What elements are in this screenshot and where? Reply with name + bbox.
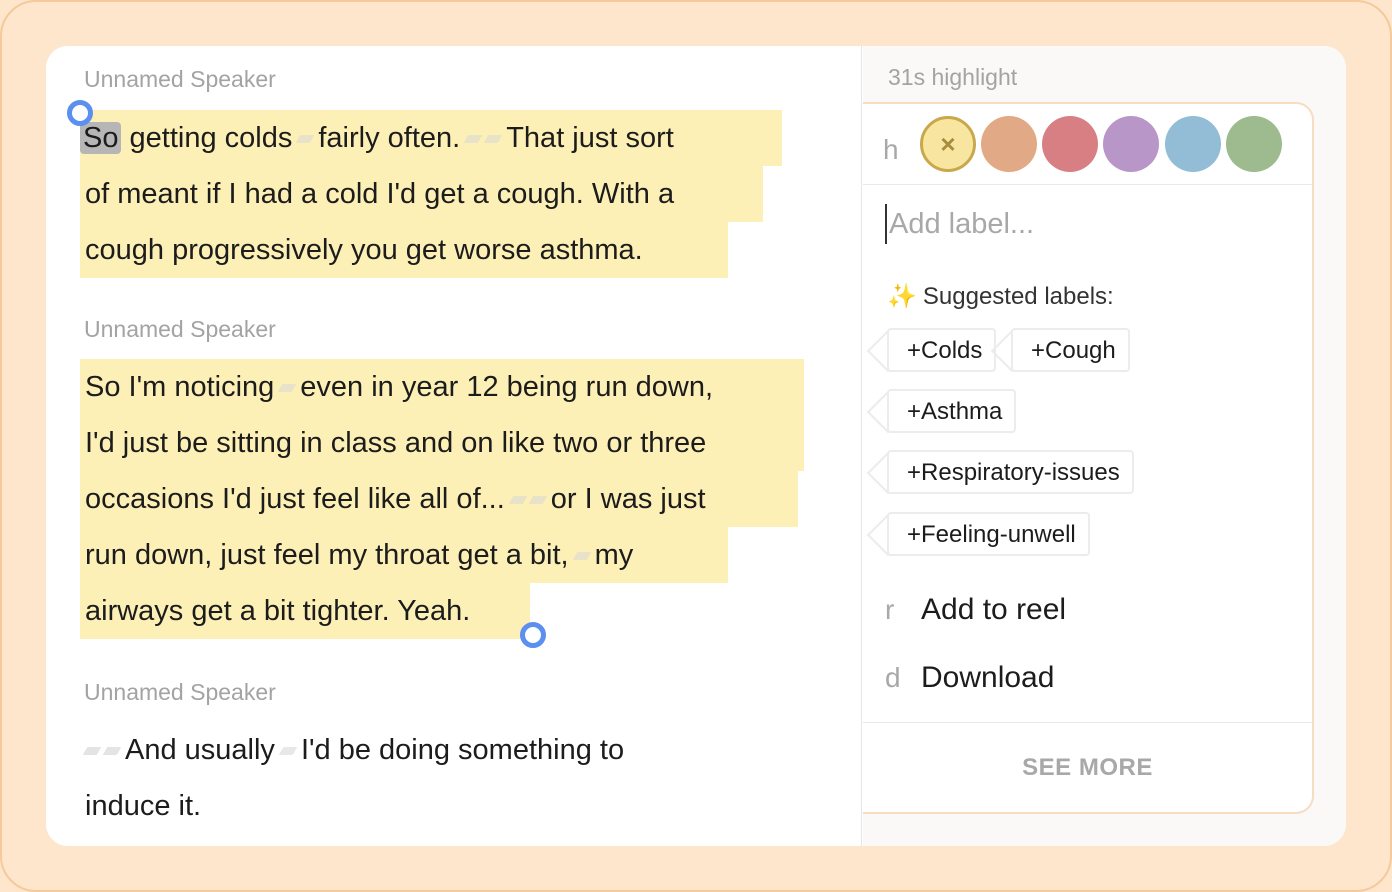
highlight-options-popup: h × ✨Suggested labels: +Colds +Cough +As… [863, 102, 1314, 814]
transcript-line[interactable]: And usually I'd be doing something to [80, 722, 624, 778]
pause-marker [82, 747, 122, 756]
speaker-name: Unnamed Speaker [84, 679, 276, 705]
pause-marker [463, 135, 503, 144]
suggested-label-colds[interactable]: +Colds [887, 328, 997, 372]
pause-marker [296, 135, 315, 144]
color-swatch-blue[interactable] [1165, 116, 1221, 172]
add-label-input[interactable] [885, 204, 1285, 244]
selected-word[interactable]: So [80, 122, 122, 154]
pause-marker [508, 496, 548, 505]
transcript-line[interactable]: cough progressively you get worse asthma… [80, 222, 728, 278]
divider [863, 722, 1312, 723]
speaker-name: Unnamed Speaker [84, 66, 276, 92]
highlight-panel: 31s highlight h × ✨Suggested labels: +Co… [863, 46, 1346, 846]
transcript-line[interactable]: occasions I'd just feel like all of... or… [80, 471, 798, 527]
suggested-label-respiratory-issues[interactable]: +Respiratory-issues [887, 450, 1134, 494]
suggested-label-asthma[interactable]: +Asthma [887, 389, 1017, 433]
transcript-line[interactable]: induce it. [80, 778, 201, 834]
pause-marker [278, 747, 298, 756]
sparkles-icon: ✨ [887, 283, 917, 310]
color-swatch-purple[interactable] [1103, 116, 1159, 172]
color-swatch-yellow[interactable]: × [920, 116, 976, 172]
pause-marker [572, 552, 591, 561]
shortcut-key: r [885, 594, 895, 625]
color-shortcut-key: h [883, 134, 899, 165]
transcript-line[interactable]: So getting colds fairly often. That just s… [80, 110, 782, 166]
transcript-pane: Unnamed Speaker So getting colds fairly o… [46, 46, 862, 846]
selection-end-handle[interactable] [520, 622, 546, 648]
download-button[interactable]: d Download [885, 656, 1054, 700]
highlight-editor: Unnamed Speaker So getting colds fairly o… [46, 46, 1346, 846]
pause-marker [277, 384, 297, 393]
transcript-line[interactable]: I'd just be sitting in class and on like… [80, 415, 804, 471]
speaker-name: Unnamed Speaker [84, 316, 276, 342]
transcript-line[interactable]: airways get a bit tighter. Yeah. [80, 583, 530, 639]
divider [863, 184, 1312, 185]
close-icon: × [940, 129, 956, 159]
color-swatch-orange[interactable] [981, 116, 1037, 172]
shortcut-key: d [885, 662, 901, 693]
color-swatch-red[interactable] [1042, 116, 1098, 172]
transcript-line[interactable]: run down, just feel my throat get a bit,… [80, 527, 728, 583]
suggested-label-cough[interactable]: +Cough [1011, 328, 1130, 372]
color-swatch-green[interactable] [1226, 116, 1282, 172]
see-more-button[interactable]: SEE MORE [863, 754, 1312, 782]
add-to-reel-button[interactable]: r Add to reel [885, 588, 1066, 632]
transcript-line[interactable]: So I'm noticing even in year 12 being run… [80, 359, 804, 415]
suggested-labels-heading: ✨ Suggested labels: [887, 283, 1114, 310]
highlight-duration: 31s highlight [888, 64, 1018, 90]
transcript-line[interactable]: of meant if I had a cold I'd get a cough… [80, 166, 763, 222]
selection-start-handle[interactable] [67, 100, 93, 126]
suggested-label-feeling-unwell[interactable]: +Feeling-unwell [887, 512, 1090, 556]
